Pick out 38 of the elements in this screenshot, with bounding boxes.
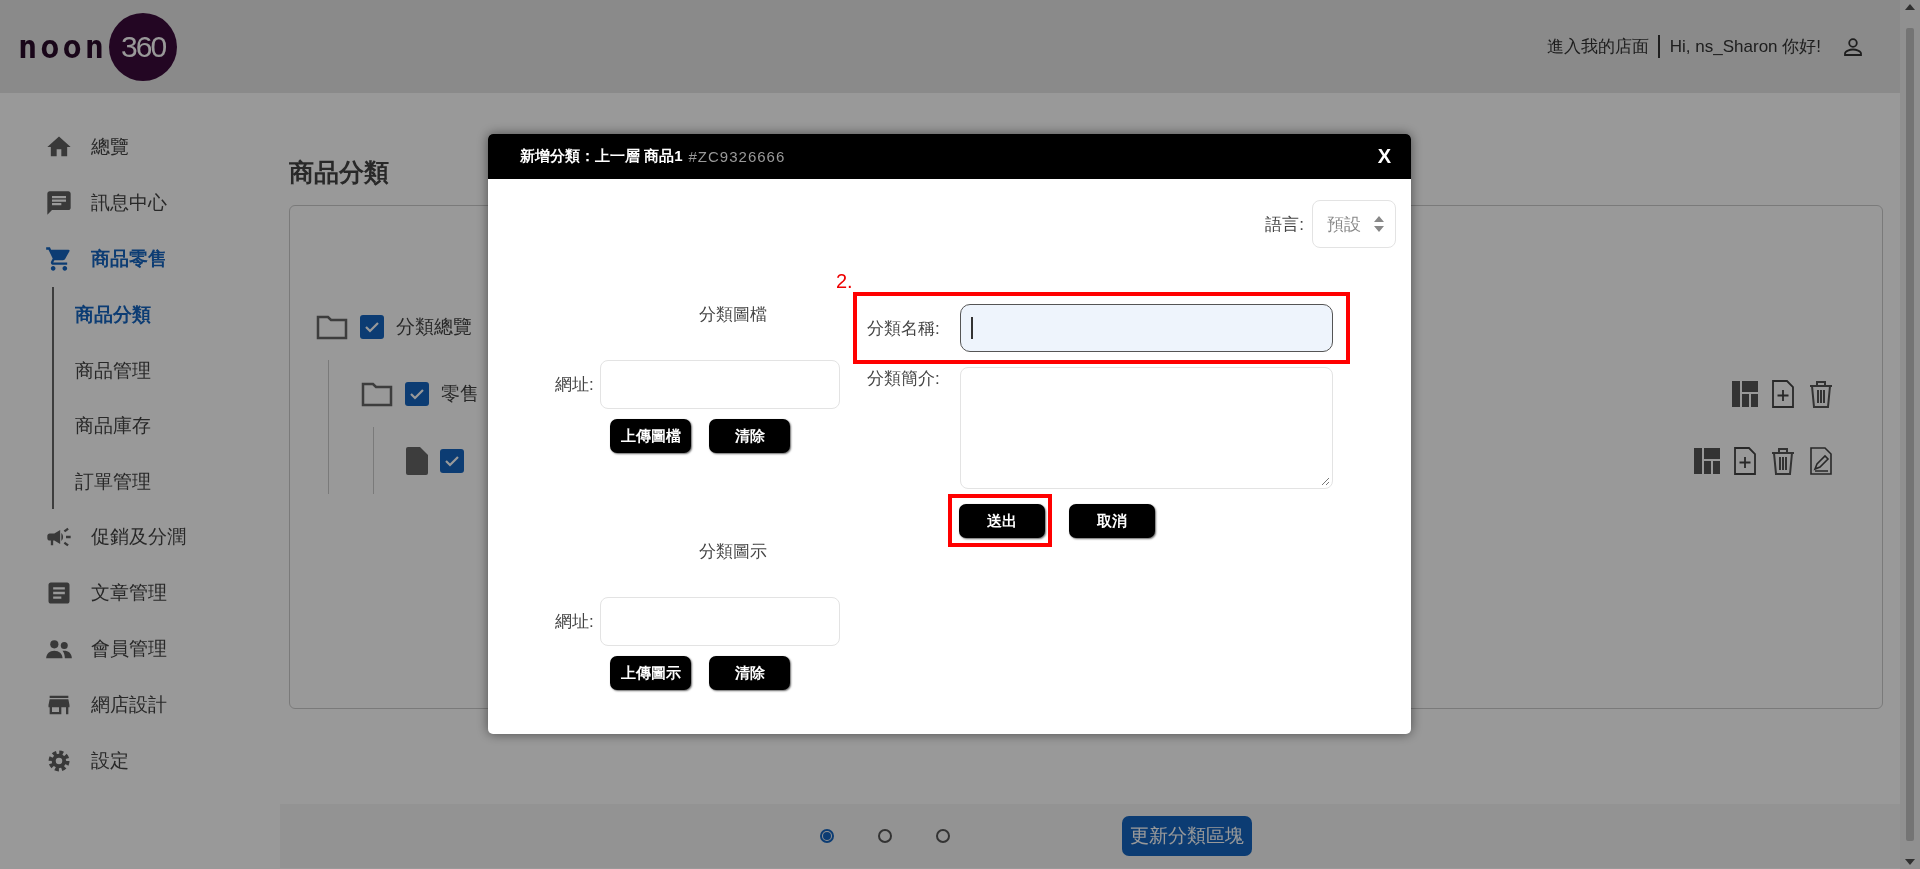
sidebar-item[interactable]: 設定	[0, 733, 289, 789]
logo-badge: 360	[109, 12, 178, 81]
step-label: 2.	[836, 269, 854, 292]
url-label: 網址:	[555, 374, 594, 396]
sidebar-subitem[interactable]: 商品庫存	[75, 398, 289, 454]
language-select[interactable]: 預設	[1312, 200, 1396, 248]
close-button[interactable]: X	[1377, 145, 1391, 168]
category-label: 分類總覽	[396, 314, 472, 339]
field-label: 分類名稱:	[867, 317, 941, 340]
sidebar-item[interactable]: 促銷及分潤	[0, 509, 289, 565]
sidebar-item[interactable]: 總覽	[0, 119, 289, 175]
action-button[interactable]: 上傳圖示	[610, 656, 691, 690]
section-heading: 分類圖檔	[699, 304, 767, 326]
sidebar-subitem[interactable]: 商品管理	[75, 342, 289, 398]
sidebar-subitem[interactable]: 商品分類	[75, 287, 289, 343]
sidebar-item[interactable]: 網店設計	[0, 677, 289, 733]
store-link[interactable]: 進入我的店面	[1546, 35, 1660, 58]
field-label: 分類簡介:	[867, 368, 941, 390]
action-button[interactable]: 上傳圖檔	[610, 419, 691, 453]
category-code: #ZC9326666	[688, 148, 786, 165]
section-heading: 分類圖示	[699, 541, 767, 563]
sidebar-item[interactable]: 訊息中心	[0, 175, 289, 231]
sidebar-subitem[interactable]: 訂單管理	[75, 453, 289, 509]
update-button[interactable]: 更新分類區塊	[1122, 816, 1252, 856]
language-label: 語言:	[1265, 213, 1304, 236]
page-title: 商品分類	[289, 157, 389, 188]
dialog-button[interactable]: 送出	[959, 504, 1045, 538]
sidebar-item[interactable]: 商品零售	[0, 231, 289, 287]
url-label: 網址:	[555, 611, 594, 633]
category-label: 零售	[441, 381, 479, 406]
sidebar-item[interactable]: 文章管理	[0, 565, 289, 621]
sidebar-item[interactable]: 會員管理	[0, 621, 289, 677]
dialog-title: 新增分類：上一層 商品1	[520, 147, 683, 166]
action-button[interactable]: 清除	[709, 419, 790, 453]
greeting-text: Hi, ns_Sharon 你好!	[1668, 36, 1821, 58]
logo-text: noon	[18, 27, 108, 66]
dialog-button[interactable]: 取消	[1069, 504, 1155, 538]
action-button[interactable]: 清除	[709, 656, 790, 690]
